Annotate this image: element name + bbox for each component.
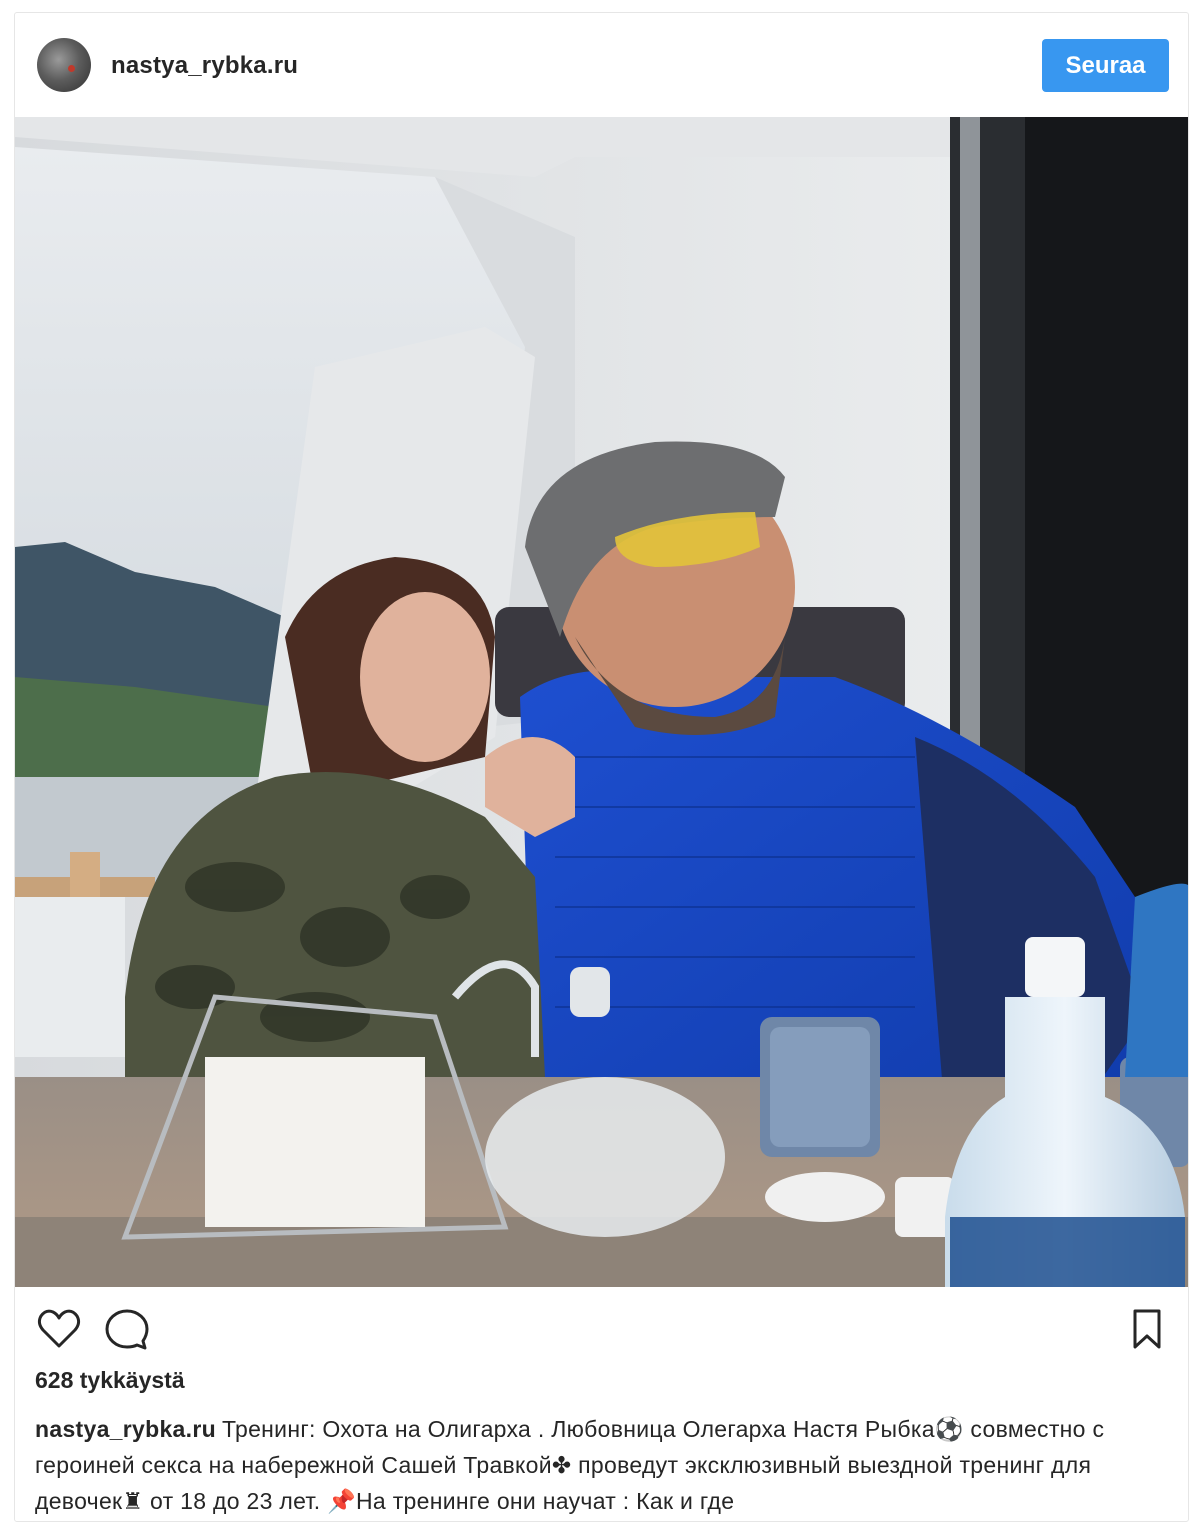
likes-count[interactable]: 628 tykkäystä	[35, 1367, 185, 1394]
post-username[interactable]: nastya_rybka.ru	[111, 52, 298, 80]
heart-icon[interactable]	[35, 1305, 83, 1353]
post-card: nastya_rybka.ru Seuraa 628 tykkäystä nas…	[14, 12, 1189, 1522]
post-caption: nastya_rybka.ru Тренинг: Охота на Олигарх…	[35, 1411, 1145, 1519]
comment-icon[interactable]	[103, 1305, 151, 1353]
post-actions	[15, 1299, 1188, 1359]
bookmark-icon[interactable]	[1123, 1305, 1171, 1353]
post-photo-image	[15, 117, 1188, 1287]
avatar[interactable]	[37, 38, 91, 92]
post-photo[interactable]	[15, 117, 1188, 1287]
post-header: nastya_rybka.ru Seuraa	[15, 13, 1188, 117]
caption-author[interactable]: nastya_rybka.ru	[35, 1416, 216, 1442]
follow-button[interactable]: Seuraa	[1042, 39, 1169, 92]
